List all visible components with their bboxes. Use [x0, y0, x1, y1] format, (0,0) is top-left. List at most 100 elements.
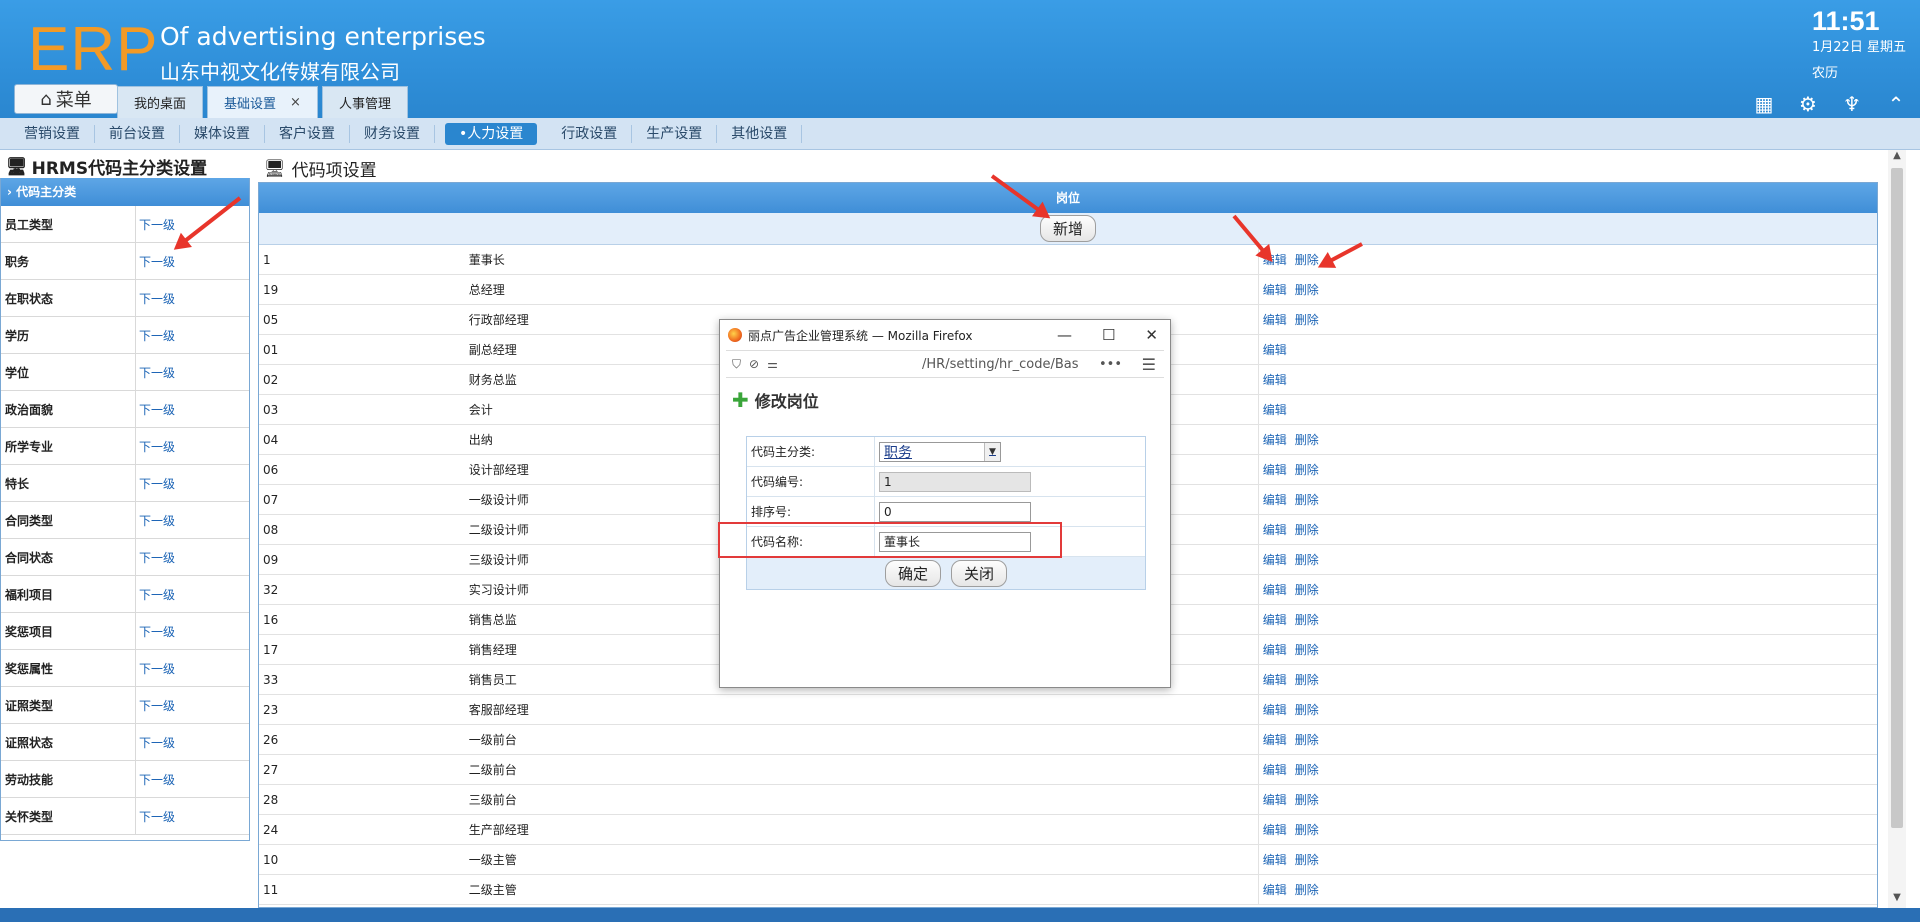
blocked-media-icon[interactable]: ⊘ [749, 357, 759, 371]
next-level-link[interactable]: 下一级 [136, 549, 175, 566]
delete-link[interactable]: 删除 [1295, 641, 1319, 658]
subnav-item[interactable]: •人力设置 [445, 122, 538, 145]
next-level-link[interactable]: 下一级 [136, 253, 175, 270]
delete-link[interactable]: 删除 [1295, 281, 1319, 298]
edit-link[interactable]: 编辑 [1263, 731, 1287, 748]
delete-link[interactable]: 删除 [1295, 311, 1319, 328]
delete-link[interactable]: 删除 [1295, 761, 1319, 778]
delete-link[interactable]: 删除 [1295, 491, 1319, 508]
shield-icon[interactable]: ⛉ [732, 357, 741, 372]
edit-link[interactable]: 编辑 [1263, 791, 1287, 808]
next-level-link[interactable]: 下一级 [136, 660, 175, 677]
edit-link[interactable]: 编辑 [1263, 401, 1287, 418]
tab-hr-management[interactable]: 人事管理 [321, 86, 408, 118]
delete-link[interactable]: 删除 [1295, 581, 1319, 598]
status-bar [0, 908, 1920, 922]
subnav-item[interactable]: 其他设置 [717, 124, 803, 143]
delete-link[interactable]: 删除 [1295, 461, 1319, 478]
edit-link[interactable]: 编辑 [1263, 311, 1287, 328]
key-icon[interactable]: ♆ [1840, 92, 1864, 116]
edit-link[interactable]: 编辑 [1263, 641, 1287, 658]
close-tab-icon[interactable]: × [290, 95, 301, 110]
edit-link[interactable]: 编辑 [1263, 341, 1287, 358]
subnav-item[interactable]: 财务设置 [350, 124, 435, 143]
scroll-up-icon[interactable]: ▲ [1888, 150, 1906, 166]
edit-link[interactable]: 编辑 [1263, 881, 1287, 898]
scroll-thumb[interactable] [1891, 168, 1903, 828]
more-actions-icon[interactable]: ••• [1099, 357, 1122, 372]
edit-link[interactable]: 编辑 [1263, 851, 1287, 868]
next-level-link[interactable]: 下一级 [136, 327, 175, 344]
edit-link[interactable]: 编辑 [1263, 551, 1287, 568]
next-level-link[interactable]: 下一级 [136, 586, 175, 603]
edit-link[interactable]: 编辑 [1263, 491, 1287, 508]
delete-link[interactable]: 删除 [1295, 431, 1319, 448]
next-level-link[interactable]: 下一级 [136, 734, 175, 751]
category-select[interactable]: 职务 ▼ [879, 441, 1001, 462]
edit-link[interactable]: 编辑 [1263, 611, 1287, 628]
edit-link[interactable]: 编辑 [1263, 521, 1287, 538]
delete-link[interactable]: 删除 [1295, 521, 1319, 538]
delete-link[interactable]: 删除 [1295, 551, 1319, 568]
next-level-link[interactable]: 下一级 [136, 216, 175, 233]
next-level-link[interactable]: 下一级 [136, 512, 175, 529]
delete-link[interactable]: 删除 [1295, 611, 1319, 628]
next-level-link[interactable]: 下一级 [136, 623, 175, 640]
delete-link[interactable]: 删除 [1295, 851, 1319, 868]
edit-link[interactable]: 编辑 [1263, 371, 1287, 388]
edit-link[interactable]: 编辑 [1263, 761, 1287, 778]
edit-link[interactable]: 编辑 [1263, 821, 1287, 838]
subnav-item[interactable]: 生产设置 [632, 124, 718, 143]
code-cell: 04 [263, 432, 279, 447]
hamburger-menu-icon[interactable]: ☰ [1142, 355, 1156, 374]
edit-link[interactable]: 编辑 [1263, 461, 1287, 478]
delete-link[interactable]: 删除 [1295, 671, 1319, 688]
subnav-item[interactable]: 行政设置 [547, 124, 633, 143]
minimize-icon[interactable]: — [1057, 326, 1072, 344]
next-level-link[interactable]: 下一级 [136, 475, 175, 492]
vertical-scrollbar[interactable]: ▲ ▼ [1888, 150, 1906, 908]
next-level-link[interactable]: 下一级 [136, 290, 175, 307]
delete-link[interactable]: 删除 [1295, 701, 1319, 718]
url-bar[interactable]: ⛉ ⊘ ⚌ /HR/setting/hr_code/Bas ••• ☰ [726, 350, 1164, 378]
scroll-down-icon[interactable]: ▼ [1888, 892, 1906, 908]
maximize-icon[interactable]: ☐ [1102, 326, 1115, 344]
sort-number-field[interactable]: 0 [879, 501, 1031, 522]
next-level-link[interactable]: 下一级 [136, 771, 175, 788]
name-cell: 一级主管 [468, 853, 517, 867]
category-row: 奖惩属性 下一级 [1, 650, 249, 687]
delete-link[interactable]: 删除 [1295, 731, 1319, 748]
edit-link[interactable]: 编辑 [1263, 701, 1287, 718]
edit-link[interactable]: 编辑 [1263, 671, 1287, 688]
next-level-link[interactable]: 下一级 [136, 438, 175, 455]
main-menu-button[interactable]: ⌂ 菜单 [14, 84, 118, 114]
next-level-link[interactable]: 下一级 [136, 364, 175, 381]
delete-link[interactable]: 删除 [1295, 791, 1319, 808]
code-cell: 01 [263, 342, 279, 357]
grid-add-icon[interactable]: ▦ [1752, 92, 1776, 116]
collapse-icon[interactable]: ⌃ [1884, 92, 1908, 116]
subnav-item[interactable]: 营销设置 [10, 124, 95, 143]
lunar-calendar-link[interactable]: 农历 [1812, 62, 1838, 81]
subnav-item[interactable]: 客户设置 [265, 124, 350, 143]
permissions-icon[interactable]: ⚌ [767, 357, 778, 371]
gear-icon[interactable]: ⚙ [1796, 92, 1820, 116]
dialog-heading: ✚ 修改岗位 [732, 388, 1170, 412]
next-level-link[interactable]: 下一级 [136, 808, 175, 825]
code-cell: 19 [263, 282, 279, 297]
delete-link[interactable]: 删除 [1295, 821, 1319, 838]
tab-basic-settings[interactable]: 基础设置 × [207, 86, 318, 118]
edit-link[interactable]: 编辑 [1263, 431, 1287, 448]
confirm-button[interactable]: 确定 [884, 559, 941, 587]
edit-link[interactable]: 编辑 [1263, 581, 1287, 598]
close-button[interactable]: 关闭 [951, 559, 1008, 587]
close-icon[interactable]: ✕ [1145, 326, 1158, 344]
category-name: 福利项目 [1, 576, 136, 612]
next-level-link[interactable]: 下一级 [136, 401, 175, 418]
tab-desktop[interactable]: 我的桌面 [117, 86, 204, 118]
subnav-item[interactable]: 媒体设置 [180, 124, 265, 143]
delete-link[interactable]: 删除 [1295, 881, 1319, 898]
next-level-link[interactable]: 下一级 [136, 697, 175, 714]
subnav-item[interactable]: 前台设置 [95, 124, 180, 143]
edit-link[interactable]: 编辑 [1263, 281, 1287, 298]
